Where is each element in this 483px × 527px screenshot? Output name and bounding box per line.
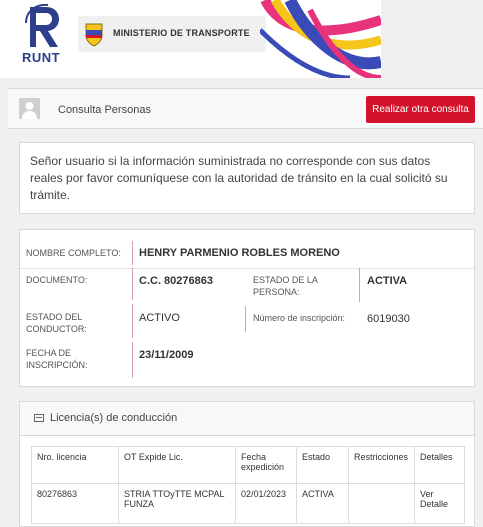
- fecha-label-line1: FECHA DE: [26, 348, 72, 358]
- estado-conductor-label-line2: CONDUCTOR:: [26, 324, 87, 334]
- runt-logo-text: RUNT: [22, 50, 61, 65]
- divider: [132, 268, 133, 300]
- col-restricciones: Restricciones: [348, 446, 415, 484]
- nombre-label: NOMBRE COMPLETO:: [26, 248, 121, 258]
- estado-conductor-value: ACTIVO: [139, 312, 180, 324]
- col-nro-licencia: Nro. licencia: [31, 446, 119, 484]
- person-details-card: NOMBRE COMPLETO: HENRY PARMENIO ROBLES M…: [19, 229, 476, 387]
- fecha-inscripcion-label: FECHA DE INSCRIPCIÓN:: [26, 347, 88, 371]
- fecha-label-line2: INSCRIPCIÓN:: [26, 360, 88, 370]
- ministerio-logo: MINISTERIO DE TRANSPORTE: [78, 16, 266, 52]
- estado-conductor-label-line1: ESTADO DEL: [26, 312, 83, 322]
- inscripcion-num-value: 6019030: [367, 313, 410, 325]
- estado-persona-label-line2: PERSONA:: [253, 287, 300, 297]
- divider: [132, 342, 133, 378]
- decorative-stripes: [260, 0, 381, 78]
- cell-ot-expide: STRIA TTOyTTE MCPAL FUNZA: [118, 483, 236, 524]
- cell-restricciones: [348, 483, 415, 524]
- cell-fecha-expedicion: 02/01/2023: [235, 483, 297, 524]
- info-notice: Señor usuario si la información suminist…: [19, 142, 475, 214]
- documento-label: DOCUMENTO:: [26, 275, 88, 285]
- col-fecha-expedicion: Fecha expedición: [235, 446, 297, 484]
- nombre-value: HENRY PARMENIO ROBLES MORENO: [139, 247, 340, 259]
- row-separator: [20, 268, 476, 269]
- cell-estado: ACTIVA: [296, 483, 349, 524]
- table-row: 80276863 STRIA TTOyTTE MCPAL FUNZA 02/01…: [31, 483, 465, 524]
- user-icon: [19, 98, 40, 119]
- license-card: Licencia(s) de conducción Nro. licencia …: [19, 401, 475, 527]
- divider: [245, 306, 246, 332]
- estado-persona-label: ESTADO DE LA PERSONA:: [253, 274, 318, 298]
- table-header-row: Nro. licencia OT Expide Lic. Fecha exped…: [31, 446, 465, 484]
- inscripcion-num-label: Número de inscripción:: [253, 313, 346, 323]
- col-detalles: Detalles: [414, 446, 465, 484]
- col-ot-expide: OT Expide Lic.: [118, 446, 236, 484]
- page-title: Consulta Personas: [58, 104, 151, 116]
- ver-detalle-link[interactable]: Ver Detalle: [414, 483, 465, 524]
- site-header: RUNT MINISTERIO DE TRANSPORTE: [0, 0, 381, 78]
- cell-nro-licencia: 80276863: [31, 483, 119, 524]
- divider: [359, 268, 360, 302]
- license-table: Nro. licencia OT Expide Lic. Fecha exped…: [31, 446, 465, 524]
- coat-of-arms-icon: [85, 23, 103, 47]
- consulta-toolbar: Consulta Personas Realizar otra consulta: [8, 88, 483, 129]
- divider: [132, 241, 133, 265]
- estado-persona-value: ACTIVA: [367, 275, 408, 287]
- id-card-icon: [34, 414, 44, 422]
- license-card-header: Licencia(s) de conducción: [20, 402, 474, 436]
- new-query-button[interactable]: Realizar otra consulta: [366, 96, 475, 123]
- estado-persona-label-line1: ESTADO DE LA: [253, 275, 318, 285]
- divider: [132, 304, 133, 338]
- documento-value: C.C. 80276863: [139, 275, 213, 287]
- estado-conductor-label: ESTADO DEL CONDUCTOR:: [26, 311, 87, 335]
- ministerio-label: MINISTERIO DE TRANSPORTE: [113, 28, 250, 38]
- license-title: Licencia(s) de conducción: [50, 412, 178, 424]
- col-estado: Estado: [296, 446, 349, 484]
- fecha-inscripcion-value: 23/11/2009: [139, 349, 194, 361]
